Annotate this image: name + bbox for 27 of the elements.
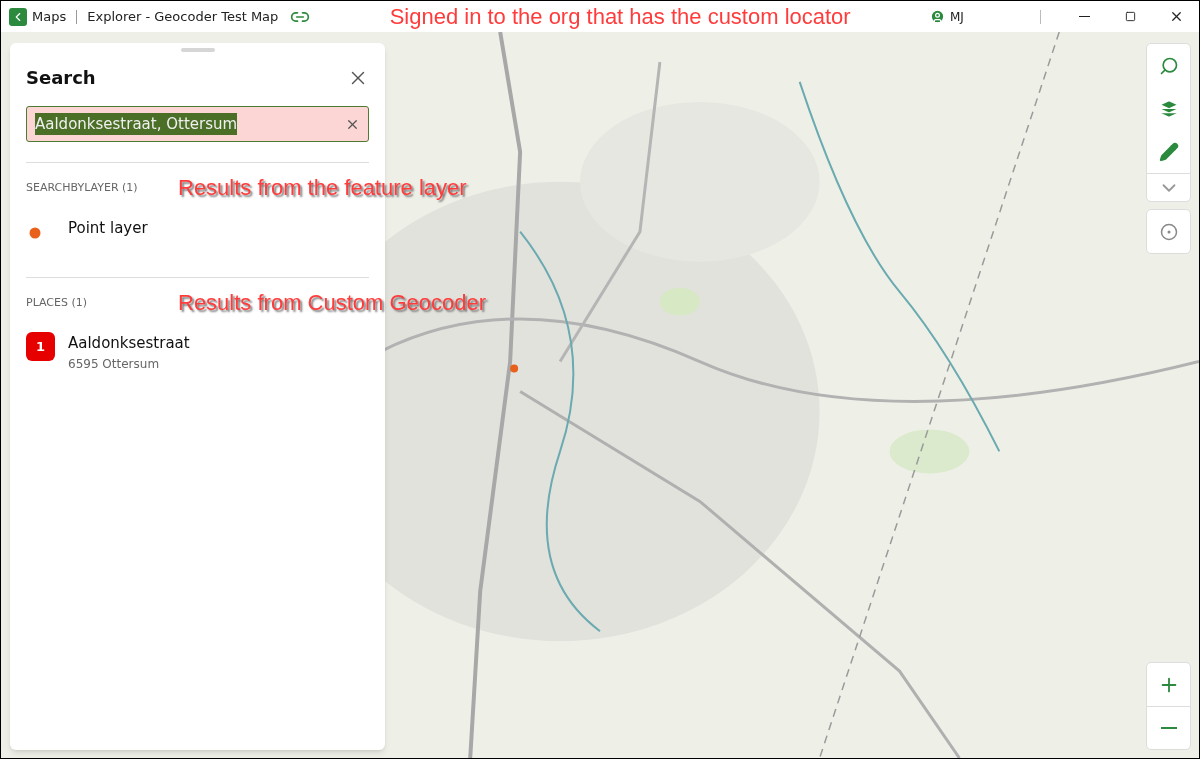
result-marker: 1	[26, 332, 55, 361]
group-heading: SEARCHBYLAYER (1)	[26, 179, 139, 196]
minus-icon	[1160, 727, 1177, 729]
panel-title: Search	[26, 66, 96, 90]
window-title: Explorer - Geocoder Test Map	[87, 7, 279, 26]
layers-icon	[1158, 98, 1179, 119]
group-heading: PLACES (1)	[26, 294, 89, 311]
search-icon	[1158, 55, 1179, 76]
result-item[interactable]: Point layer	[26, 217, 369, 257]
maximize-icon	[1124, 11, 1136, 22]
point-icon	[29, 227, 41, 239]
user-icon	[930, 9, 945, 24]
annotation-text: Results from Custom Geocoder	[178, 292, 487, 314]
search-field[interactable]: Aaldonksestraat, Ottersum	[26, 106, 369, 142]
user-initials: MJ	[950, 8, 965, 26]
back-link[interactable]: Maps	[32, 6, 67, 27]
annotation-text: Results from the feature layer	[178, 177, 467, 199]
locate-button[interactable]	[1146, 209, 1191, 254]
locate-icon	[1159, 222, 1178, 241]
result-subtitle: 6595 Ottersum	[68, 355, 161, 373]
minimize-icon	[1078, 16, 1090, 17]
pencil-icon	[1158, 141, 1179, 162]
result-item[interactable]: 1 Aaldonksestraat 6595 Ottersum	[26, 332, 369, 373]
result-title: Aaldonksestraat	[68, 333, 190, 354]
result-title: Point layer	[68, 218, 148, 239]
back-button[interactable]	[9, 7, 27, 26]
annotation-text: Signed in to the org that has the custom locator	[389, 5, 851, 28]
